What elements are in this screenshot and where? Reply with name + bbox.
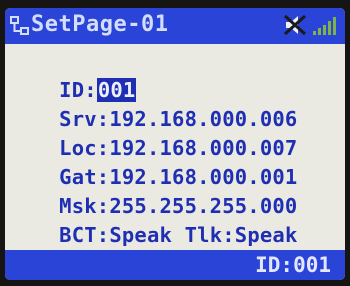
title-bar: SetPage-01 [5, 8, 345, 44]
id-row[interactable]: ID:001 [9, 48, 137, 102]
signal-strength-icon [313, 17, 336, 35]
talk-label: Tlk: [184, 223, 235, 247]
server-ip-row[interactable]: Srv:192.168.000.006 [9, 77, 297, 131]
gateway-row[interactable]: Gat:192.168.000.001 [9, 135, 297, 189]
lcd-screen: SetPage-01 ID:001 Srv:192.168.000.006 Lo… [5, 8, 345, 280]
page-title: SetPage-01 [31, 12, 169, 37]
local-ip-row[interactable]: Loc:192.168.000.007 [9, 106, 297, 160]
subnet-mask-row[interactable]: Msk:255.255.255.000 [9, 164, 297, 218]
talk-value[interactable]: Speak [235, 223, 298, 247]
mute-icon [283, 14, 307, 36]
status-id-text: ID:001 [255, 253, 331, 277]
audio-mode-row[interactable]: BCT:Speak Tlk:Speak [9, 193, 298, 247]
status-bar: ID:001 [5, 250, 345, 280]
broadcast-value[interactable]: Speak [109, 223, 172, 247]
broadcast-label: BCT: [59, 223, 110, 247]
network-icon [10, 16, 29, 35]
